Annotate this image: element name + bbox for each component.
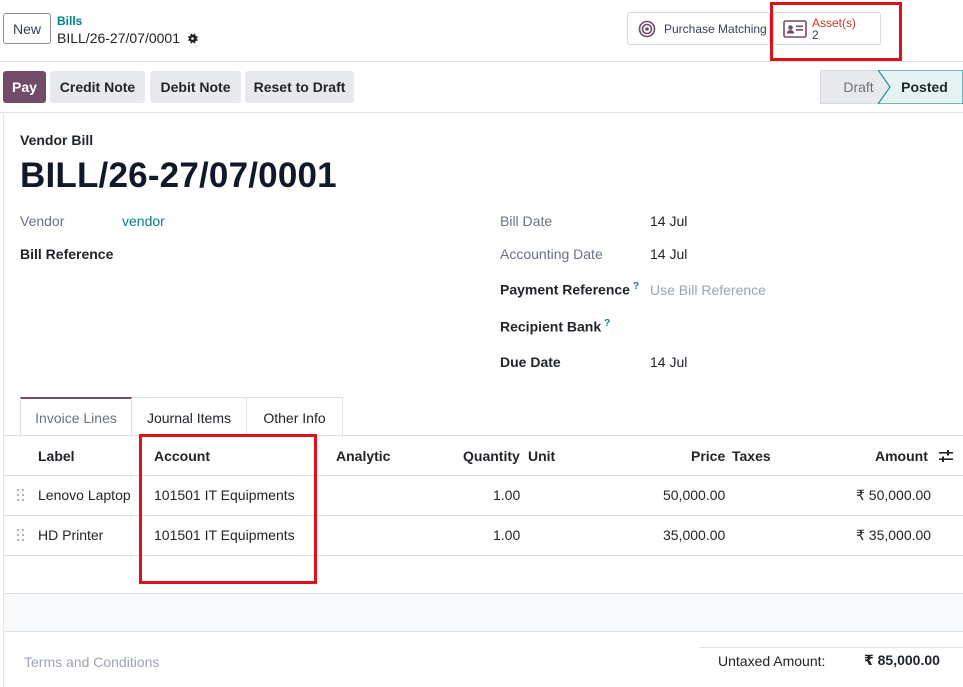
pay-button[interactable]: Pay: [3, 71, 46, 103]
breadcrumb-current: BILL/26-27/07/0001: [57, 30, 199, 46]
totals-divider: [700, 647, 963, 648]
terms-and-conditions-field[interactable]: Terms and Conditions: [24, 654, 159, 670]
untaxed-amount-value: ₹ 85,000.00: [864, 652, 940, 668]
recipient-bank-label: Recipient Bank?: [500, 318, 610, 335]
due-date-field[interactable]: 14 Jul: [650, 354, 687, 370]
vendor-field[interactable]: vendor: [122, 213, 165, 229]
help-tooltip-icon[interactable]: ?: [604, 318, 610, 329]
new-button[interactable]: New: [3, 13, 51, 44]
bill-date-field[interactable]: 14 Jul: [650, 213, 687, 229]
col-taxes[interactable]: Taxes: [732, 448, 771, 464]
col-amount[interactable]: Amount: [875, 448, 928, 464]
bill-reference-label: Bill Reference: [20, 246, 114, 262]
col-quantity[interactable]: Quantity: [463, 448, 520, 464]
due-date-label: Due Date: [500, 354, 561, 370]
drag-handle-icon[interactable]: [16, 528, 25, 542]
status-posted[interactable]: Posted: [886, 70, 963, 104]
bill-date-label: Bill Date: [500, 213, 553, 229]
drag-handle-icon[interactable]: [16, 488, 25, 502]
tab-invoice-lines[interactable]: Invoice Lines: [20, 397, 132, 437]
tab-other-info[interactable]: Other Info: [247, 397, 343, 437]
untaxed-amount-label: Untaxed Amount:: [718, 653, 826, 669]
status-bar: Draft Posted: [820, 70, 963, 104]
purchase-matching-label: Purchase Matching: [664, 21, 767, 36]
col-unit[interactable]: Unit: [528, 448, 555, 464]
payment-reference-label-text: Payment Reference: [500, 281, 630, 298]
cell-label[interactable]: Lenovo Laptop: [38, 487, 131, 503]
document-type: Vendor Bill: [20, 132, 94, 148]
cell-price[interactable]: 50,000.00: [663, 487, 725, 503]
payment-reference-label: Payment Reference?: [500, 281, 639, 298]
cell-quantity[interactable]: 1.00: [493, 527, 520, 543]
vendor-label: Vendor: [20, 213, 65, 229]
control-panel: New Bills BILL/26-27/07/0001 Purchase Ma…: [0, 0, 963, 62]
cell-amount: ₹ 35,000.00: [856, 527, 932, 543]
cell-amount: ₹ 50,000.00: [856, 487, 932, 503]
document-name: BILL/26-27/07/0001: [20, 156, 337, 195]
highlight-box-account: [139, 434, 317, 584]
gear-icon[interactable]: [186, 32, 199, 45]
empty-row: [4, 594, 963, 632]
reset-to-draft-button[interactable]: Reset to Draft: [245, 71, 354, 103]
breadcrumb-parent[interactable]: Bills: [57, 14, 82, 28]
cell-quantity[interactable]: 1.00: [493, 487, 520, 503]
action-bar: Pay Credit Note Debit Note Reset to Draf…: [0, 63, 963, 113]
purchase-matching-button[interactable]: Purchase Matching: [627, 12, 770, 45]
tab-journal-items[interactable]: Journal Items: [132, 397, 247, 437]
target-icon: [638, 20, 656, 37]
debit-note-button[interactable]: Debit Note: [150, 71, 241, 103]
col-label[interactable]: Label: [38, 448, 75, 464]
cell-price[interactable]: 35,000.00: [663, 527, 725, 543]
highlight-box-assets: [770, 2, 902, 61]
cell-label[interactable]: HD Printer: [38, 527, 103, 543]
payment-reference-field[interactable]: Use Bill Reference: [650, 282, 766, 298]
accounting-date-field[interactable]: 14 Jul: [650, 246, 687, 262]
recipient-bank-label-text: Recipient Bank: [500, 318, 602, 335]
col-price[interactable]: Price: [691, 448, 725, 464]
credit-note-button[interactable]: Credit Note: [50, 71, 145, 103]
help-tooltip-icon[interactable]: ?: [633, 281, 639, 292]
col-analytic[interactable]: Analytic: [336, 448, 390, 464]
column-options-icon[interactable]: [938, 448, 954, 464]
breadcrumb-current-label: BILL/26-27/07/0001: [57, 30, 180, 46]
accounting-date-label: Accounting Date: [500, 246, 603, 262]
form-sheet: Vendor Bill BILL/26-27/07/0001 Vendor ve…: [3, 114, 963, 687]
